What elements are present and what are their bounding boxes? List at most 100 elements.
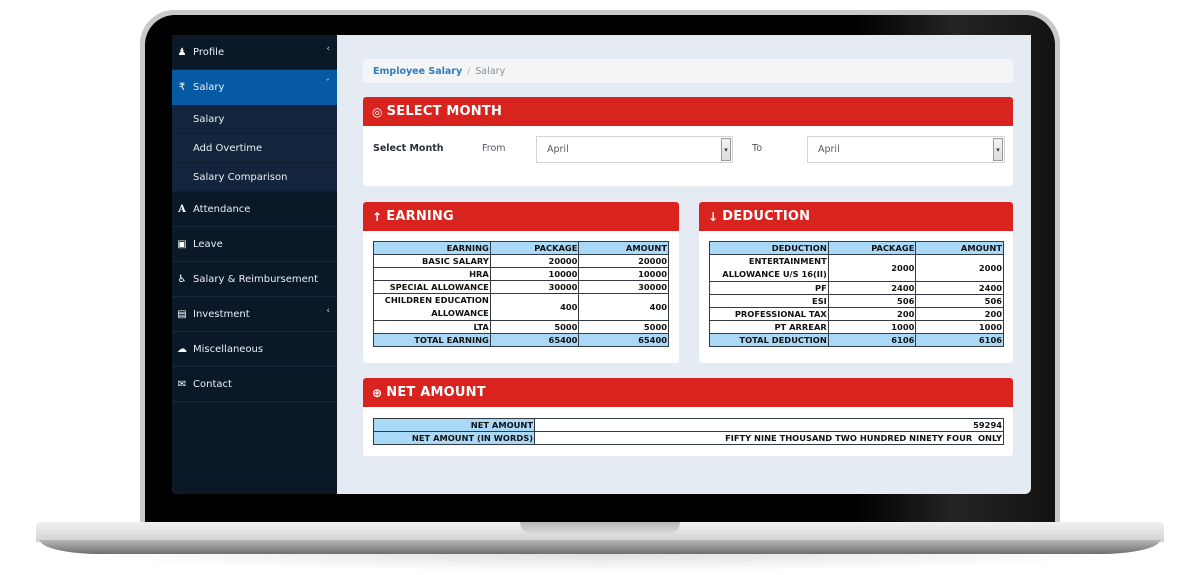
- arrow-down-icon: ↓: [708, 209, 719, 224]
- table-row: NET AMOUNT 59294: [373, 418, 1004, 432]
- sidebar-item-profile[interactable]: ♟ Profile ‹: [172, 35, 337, 70]
- column-header: EARNING: [373, 241, 491, 255]
- cell-amount: 30000: [578, 280, 669, 294]
- sidebar-item-label: Attendance: [193, 203, 251, 215]
- sidebar-item-investment[interactable]: ▤ Investment ‹: [172, 297, 337, 332]
- total-package: 65400: [489, 333, 580, 347]
- wheelchair-icon: ♿: [177, 273, 187, 285]
- sidebar-item-contact[interactable]: ✉ Contact: [172, 367, 337, 402]
- sidebar-item-label: Contact: [193, 378, 232, 390]
- sidebar-item-miscellaneous[interactable]: ☁ Miscellaneous: [172, 332, 337, 367]
- cell-package: 10000: [489, 267, 580, 281]
- panel-title: DEDUCTION: [722, 209, 811, 224]
- screen: ♟ Profile ‹ ₹ Salary ˇ Salary Add Overti…: [172, 35, 1031, 494]
- panel-header: ⊕ NET AMOUNT: [363, 378, 1013, 407]
- total-package: 6106: [827, 333, 917, 347]
- cell-amount: 506: [915, 294, 1004, 308]
- cell-amount: 1000: [915, 320, 1004, 334]
- chevron-left-icon[interactable]: ‹: [326, 306, 330, 316]
- breadcrumb-separator: /: [467, 65, 471, 77]
- sidebar-item-attendance[interactable]: A Attendance: [172, 192, 337, 227]
- cell-label: SPECIAL ALLOWANCE: [373, 280, 491, 294]
- sidebar-subitem-add-overtime[interactable]: Add Overtime: [172, 134, 337, 163]
- cell-package: 1000: [827, 320, 917, 334]
- laptop-shadow: [60, 554, 1140, 572]
- total-label: TOTAL DEDUCTION: [709, 333, 829, 347]
- sidebar-item-salary-reimbursement[interactable]: ♿ Salary & Reimbursement: [172, 262, 337, 297]
- dropdown-arrow-icon[interactable]: ▾: [721, 138, 731, 161]
- table-row: PROFESSIONAL TAX 200 200: [709, 307, 1004, 321]
- table-row: ESI 506 506: [709, 294, 1004, 308]
- sidebar: ♟ Profile ‹ ₹ Salary ˇ Salary Add Overti…: [172, 35, 337, 494]
- total-label: TOTAL EARNING: [373, 333, 491, 347]
- net-amount-label: NET AMOUNT: [373, 418, 535, 432]
- users-icon: ♟: [177, 46, 187, 58]
- sidebar-item-label: Investment: [193, 308, 250, 320]
- laptop-base-edge: [40, 540, 1160, 554]
- cell-amount: 400: [578, 293, 669, 321]
- from-month-value: April: [547, 144, 569, 155]
- panel-title: SELECT MONTH: [386, 104, 503, 119]
- panel-header: ↓ DEDUCTION: [699, 202, 1013, 231]
- earning-table: EARNING PACKAGE AMOUNT BASIC SALARY 2000…: [373, 241, 669, 347]
- sidebar-subitem-salary-comparison[interactable]: Salary Comparison: [172, 163, 337, 192]
- column-header: PACKAGE: [827, 241, 917, 255]
- cell-package: 20000: [489, 254, 580, 268]
- attendance-a-icon: A: [178, 203, 186, 215]
- cell-label: ENTERTAINMENT ALLOWANCE U/S 16(II): [709, 254, 829, 282]
- chevron-left-icon[interactable]: ‹: [326, 44, 330, 54]
- table-row: ENTERTAINMENT ALLOWANCE U/S 16(II) 2000 …: [709, 254, 1004, 282]
- sidebar-item-salary[interactable]: ₹ Salary ˇ: [172, 70, 337, 105]
- column-header: DEDUCTION: [709, 241, 829, 255]
- cell-package: 200: [827, 307, 917, 321]
- table-row: PF 2400 2400: [709, 281, 1004, 295]
- sidebar-subitem-salary[interactable]: Salary: [172, 105, 337, 134]
- sidebar-item-leave[interactable]: ▣ Leave: [172, 227, 337, 262]
- total-amount: 6106: [915, 333, 1004, 347]
- panel-title: NET AMOUNT: [386, 385, 486, 400]
- column-header: AMOUNT: [915, 241, 1004, 255]
- chart-icon: ▤: [177, 308, 187, 320]
- panel-header: ↑ EARNING: [363, 202, 679, 231]
- cell-amount: 20000: [578, 254, 669, 268]
- table-row: PT ARREAR 1000 1000: [709, 320, 1004, 334]
- to-label: To: [752, 143, 763, 154]
- target-icon: ◎: [372, 104, 383, 119]
- cell-label: HRA: [373, 267, 491, 281]
- cell-label: PROFESSIONAL TAX: [709, 307, 829, 321]
- total-amount: 65400: [578, 333, 669, 347]
- from-month-select[interactable]: April ▾: [536, 136, 733, 163]
- cell-package: 2000: [827, 254, 917, 282]
- table-row: NET AMOUNT (IN WORDS) FIFTY NINE THOUSAN…: [373, 431, 1004, 445]
- panel-header: ◎ SELECT MONTH: [363, 97, 1013, 126]
- cloud-icon: ☁: [177, 343, 187, 355]
- table-row: CHILDREN EDUCATION ALLOWANCE 400 400: [373, 293, 669, 321]
- net-amount-words-label: NET AMOUNT (IN WORDS): [373, 431, 535, 445]
- calendar-icon: ▣: [177, 238, 187, 250]
- breadcrumb-employee-salary-link[interactable]: Employee Salary: [373, 66, 462, 77]
- column-header: PACKAGE: [489, 241, 580, 255]
- table-total-row: TOTAL EARNING 65400 65400: [373, 333, 669, 347]
- table-row: BASIC SALARY 20000 20000: [373, 254, 669, 268]
- from-label: From: [482, 143, 506, 154]
- dropdown-arrow-icon[interactable]: ▾: [993, 138, 1003, 161]
- cell-package: 5000: [489, 320, 580, 334]
- envelope-icon: ✉: [177, 378, 187, 390]
- select-month-label: Select Month: [373, 143, 444, 154]
- cell-amount: 5000: [578, 320, 669, 334]
- sidebar-item-label: Leave: [193, 238, 223, 250]
- table-total-row: TOTAL DEDUCTION 6106 6106: [709, 333, 1004, 347]
- table-row: HRA 10000 10000: [373, 267, 669, 281]
- cell-package: 30000: [489, 280, 580, 294]
- sidebar-item-label: Miscellaneous: [193, 343, 264, 355]
- cell-label: ESI: [709, 294, 829, 308]
- rupee-icon: ₹: [178, 81, 186, 93]
- to-month-select[interactable]: April ▾: [807, 136, 1005, 163]
- arrow-up-icon: ↑: [372, 209, 383, 224]
- breadcrumb: Employee Salary / Salary: [363, 59, 1013, 83]
- cell-label: CHILDREN EDUCATION ALLOWANCE: [373, 293, 491, 321]
- cell-amount: 200: [915, 307, 1004, 321]
- chevron-down-icon[interactable]: ˇ: [326, 79, 331, 89]
- table-row: SPECIAL ALLOWANCE 30000 30000: [373, 280, 669, 294]
- cell-label: LTA: [373, 320, 491, 334]
